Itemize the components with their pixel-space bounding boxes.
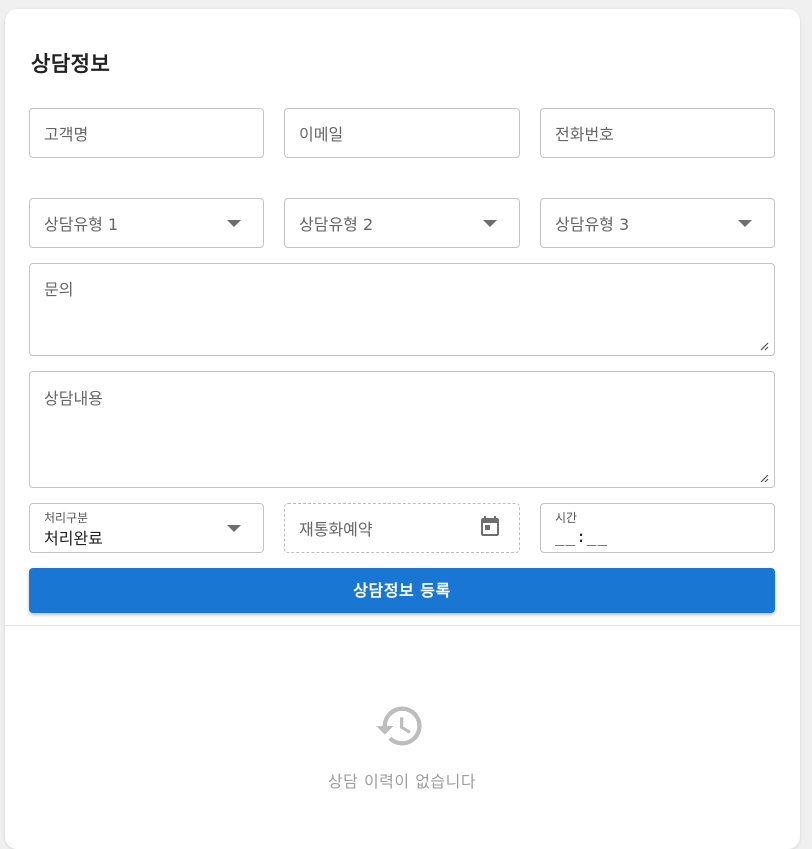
callback-date-input[interactable]: 재통화예약 [284,503,520,553]
inquiry-placeholder: 문의 [44,280,74,299]
chevron-down-icon [483,220,497,227]
content-textarea[interactable]: 상담내용 [29,371,775,488]
consult-type-3-placeholder: 상담유형 3 [555,215,630,234]
submit-button[interactable]: 상담정보 등록 [29,568,775,613]
consult-type-1-placeholder: 상담유형 1 [44,215,119,234]
status-select[interactable]: 처리구분 처리완료 [29,503,264,553]
consult-type-3-select[interactable]: 상담유형 3 [540,198,775,248]
email-input[interactable]: 이메일 [284,108,520,158]
resize-handle-icon[interactable] [759,473,769,483]
inquiry-textarea[interactable]: 문의 [29,263,775,356]
consult-type-2-select[interactable]: 상담유형 2 [284,198,520,248]
time-value: __:__ [555,527,609,546]
time-label: 시간 [555,511,578,525]
phone-placeholder: 전화번호 [555,125,614,144]
email-placeholder: 이메일 [299,125,344,144]
status-label: 처리구분 [44,511,89,525]
empty-history-text: 상담 이력이 없습니다 [327,772,477,791]
history-icon [376,706,422,746]
customer-name-placeholder: 고객명 [44,125,89,144]
consult-type-1-select[interactable]: 상담유형 1 [29,198,264,248]
resize-handle-icon[interactable] [759,341,769,351]
chevron-down-icon [227,525,241,532]
page-title: 상담정보 [31,52,111,76]
status-value: 처리완료 [44,529,103,548]
section-divider [5,625,800,626]
chevron-down-icon [227,220,241,227]
time-input[interactable]: 시간 __:__ [540,503,775,553]
callback-placeholder: 재통화예약 [299,520,373,539]
phone-input[interactable]: 전화번호 [540,108,775,158]
customer-name-input[interactable]: 고객명 [29,108,264,158]
calendar-icon[interactable] [478,515,502,539]
consult-type-2-placeholder: 상담유형 2 [299,215,374,234]
chevron-down-icon [738,220,752,227]
content-placeholder: 상담내용 [44,389,103,408]
